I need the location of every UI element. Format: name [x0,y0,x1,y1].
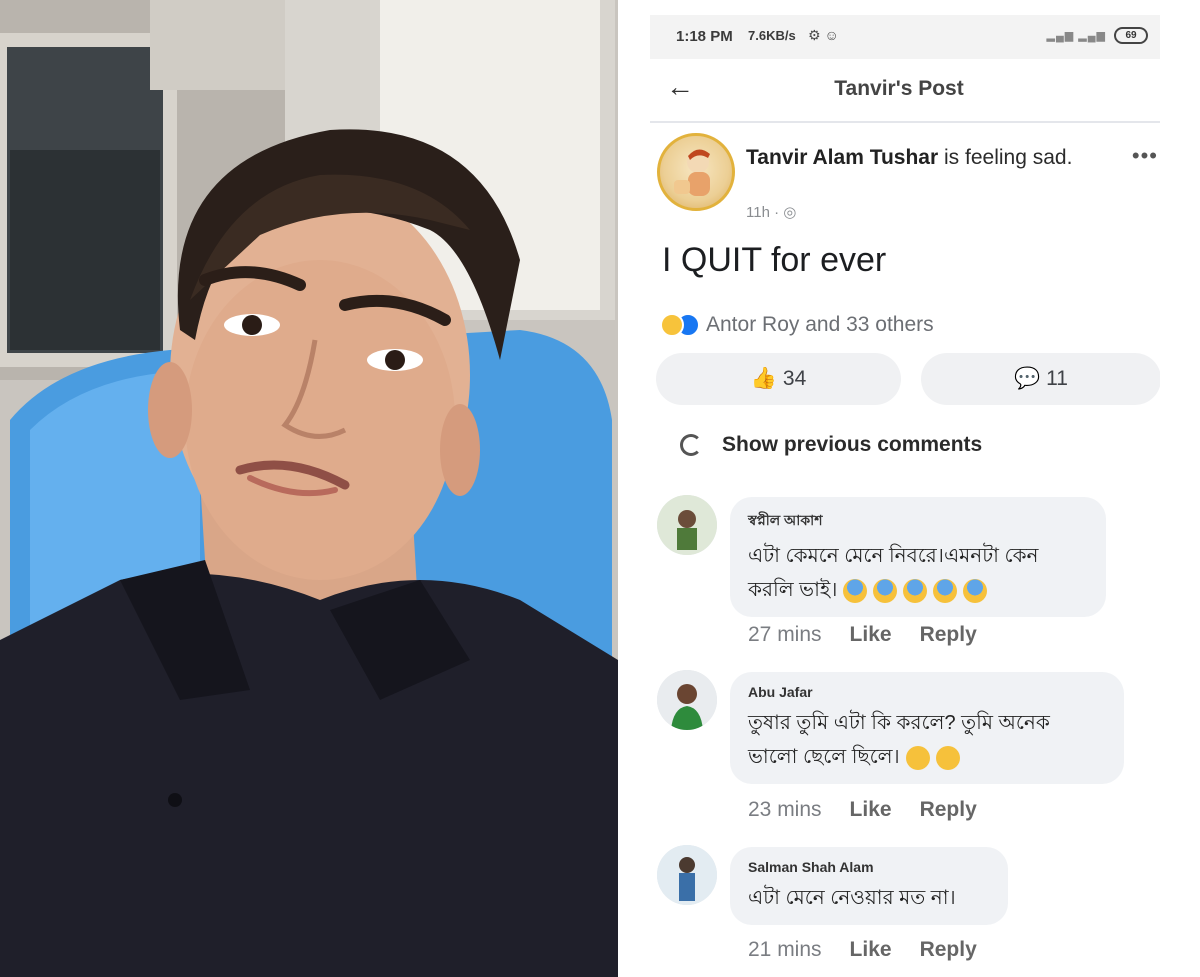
confused-emoji-icon [935,745,960,770]
fearful-emoji-icon [843,578,868,603]
comment-icon: 💬 [1014,367,1041,390]
comment-text: এটা মেনে নেওয়ার মত না। [748,881,990,915]
signal-icon: ▂▄▆ ▂▄▆ [1046,30,1106,42]
commenter-name[interactable]: Salman Shah Alam [748,859,990,875]
comment-meta: 23 mins Like Reply [748,798,977,822]
selfie-illustration [0,0,618,977]
network-speed: 7.6KB/s [748,28,796,43]
status-notification-icons: ⚙ ☺ [808,27,839,43]
page-title: Tanvir's Post [834,77,964,100]
comment-avatar[interactable] [657,845,717,905]
fearful-emoji-icon [903,578,928,603]
fearful-emoji-icon [963,578,988,603]
sad-emoji-icon [905,745,930,770]
thumbs-up-icon: 👍 [750,367,777,390]
battery-icon: 69 [1114,27,1148,44]
app-header: ← Tanvir's Post [650,59,1160,123]
status-time: 1:18 PM [676,28,733,45]
comment-text: তুষার তুমি এটা কি করলে? তুমি অনেক ভালো ছ… [748,706,1106,774]
comment-like-button[interactable]: Like [850,938,892,962]
comment-like-button[interactable]: Like [850,798,892,822]
post-text: I QUIT for ever [662,241,887,279]
comment-line: এটা কেমনে মেনে নিবরে।এমনটা কেন [748,545,1039,567]
comment-bubble: স্বপ্নীল আকাশ এটা কেমনে মেনে নিবরে।এমনটা… [730,497,1106,617]
comment-count: 11 [1046,367,1068,390]
post-author-name[interactable]: Tanvir Alam Tushar [746,146,938,169]
comment-line: করলি ভাই। [748,579,838,601]
comment-meta: 21 mins Like Reply [748,938,977,962]
post-author-line: Tanvir Alam Tushar is feeling sad. [746,143,1106,172]
comment-time: 27 mins [748,623,822,646]
feeling-text: is feeling sad. [938,146,1073,169]
avatar-illustration [657,670,717,730]
refresh-icon [680,434,702,456]
status-bar: 1:18 PM 7.6KB/s ⚙ ☺ ▂▄▆ ▂▄▆ 69 [650,15,1160,59]
comment-button[interactable]: 💬 11 [921,353,1160,405]
commenter-name[interactable]: স্বপ্নীল আকাশ [748,509,1088,533]
profile-photo [0,0,618,977]
comment-bubble: Salman Shah Alam এটা মেনে নেওয়ার মত না। [730,847,1008,925]
comment-text: এটা কেমনে মেনে নিবরে।এমনটা কেন করলি ভাই। [748,539,1088,607]
comment-line: ভালো ছেলে ছিলে। [748,746,900,768]
reaction-summary[interactable]: Antor Roy and 33 others [660,313,934,337]
commenter-name[interactable]: Abu Jafar [748,684,1106,700]
comment-avatar[interactable] [657,495,717,555]
comment-reply-button[interactable]: Reply [920,798,977,822]
comment-reply-button[interactable]: Reply [920,938,977,962]
comment-time: 21 mins [748,938,822,961]
comment-line: তুষার তুমি এটা কি করলে? তুমি অনেক [748,712,1050,734]
avatar-illustration [657,845,717,905]
more-options-icon[interactable]: ••• [1132,143,1158,169]
avatar-illustration [674,149,710,196]
comment-bubble: Abu Jafar তুষার তুমি এটা কি করলে? তুমি অ… [730,672,1124,784]
facebook-post-screenshot: 1:18 PM 7.6KB/s ⚙ ☺ ▂▄▆ ▂▄▆ 69 ← Tanvir'… [650,15,1160,977]
show-previous-label: Show previous comments [722,433,983,456]
post-timestamp[interactable]: 11h · ◎ [746,203,796,221]
like-button[interactable]: 👍 34 [656,353,901,405]
post-author-avatar[interactable] [657,133,735,211]
sad-reaction-icon [660,313,684,337]
show-previous-comments[interactable]: Show previous comments [680,433,982,457]
comment-like-button[interactable]: Like [850,623,892,647]
fearful-emoji-icon [933,578,958,603]
avatar-illustration [657,495,717,555]
like-count: 34 [782,367,807,390]
comment-reply-button[interactable]: Reply [920,623,977,647]
comment-time: 23 mins [748,798,822,821]
comment-meta: 27 mins Like Reply [748,623,977,647]
status-right: ▂▄▆ ▂▄▆ 69 [1047,27,1148,44]
reaction-names: Antor Roy and 33 others [706,313,934,336]
fearful-emoji-icon [873,578,898,603]
comment-avatar[interactable] [657,670,717,730]
comment-line: এটা মেনে নেওয়ার মত না। [748,887,956,909]
